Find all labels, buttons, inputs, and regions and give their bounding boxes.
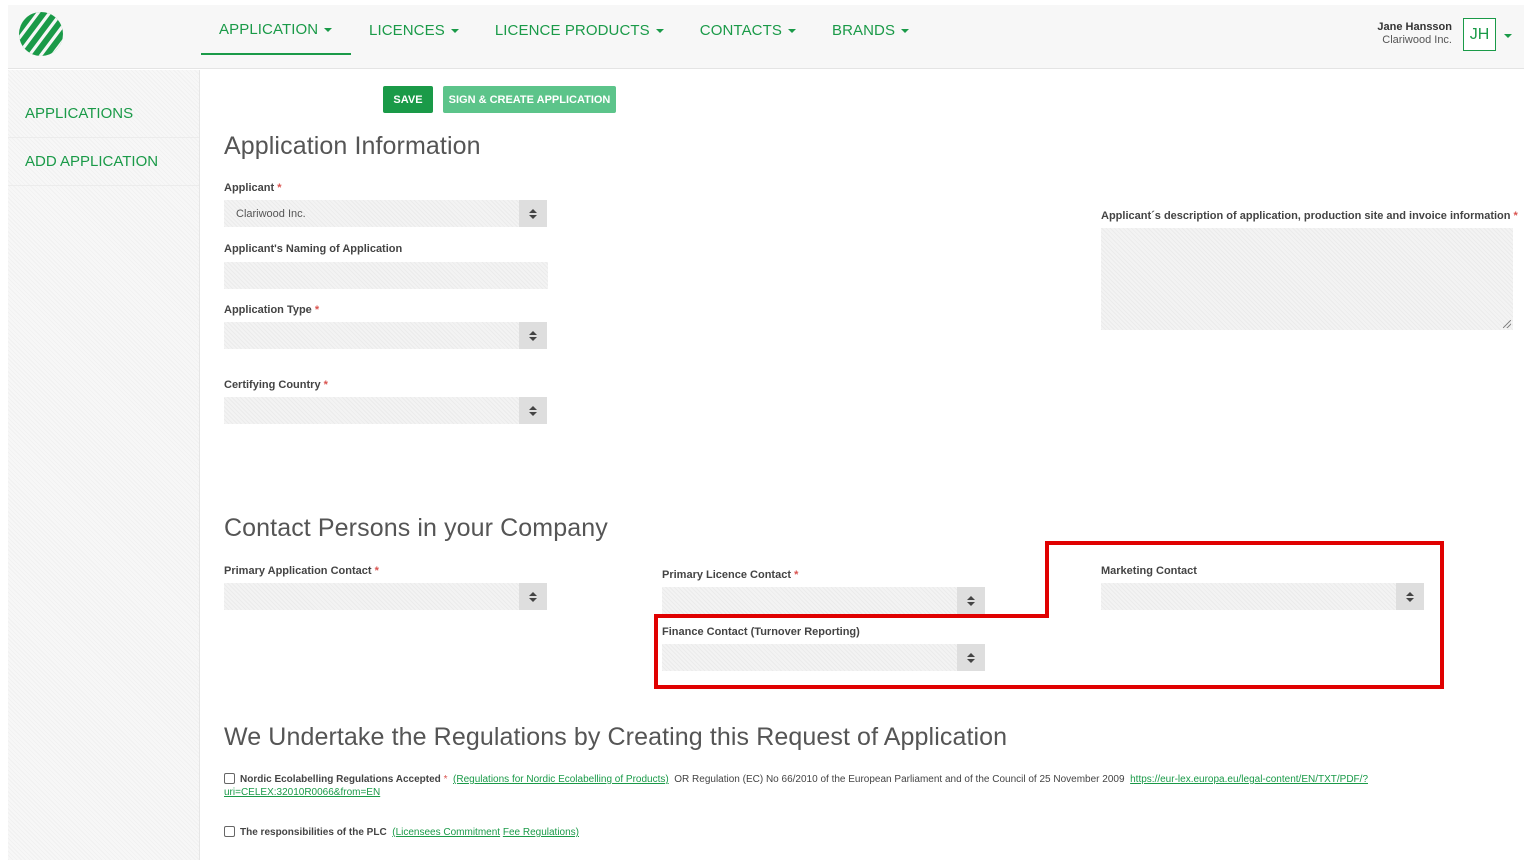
nordic-regulations-link[interactable]: (Regulations for Nordic Ecolabelling of … — [453, 774, 669, 785]
regulations-heading: We Undertake the Regulations by Creating… — [224, 723, 1008, 751]
eur-lex-link-part1: https://eur-lex.europa.eu/legal-content/… — [1130, 774, 1368, 785]
licensees-commitment-link[interactable]: (Licensees Commitment — [392, 827, 500, 838]
regulations-accepted-row: Nordic Ecolabelling Regulations Accepted… — [224, 773, 1494, 799]
regulations-accepted-checkbox[interactable] — [224, 773, 235, 784]
plc-responsibilities-label: The responsibilities of the PLC — [240, 827, 387, 838]
required-marker: * — [443, 774, 448, 785]
fee-regulations-link[interactable]: Fee Regulations) — [503, 827, 579, 838]
eur-lex-link-part2: uri=CELEX:32010R0066&from=EN — [224, 787, 381, 798]
regulation-ec-text: OR Regulation (EC) No 66/2010 of the Eur… — [674, 774, 1125, 785]
regulations-accepted-label: Nordic Ecolabelling Regulations Accepted — [240, 774, 441, 785]
plc-responsibilities-row: The responsibilities of the PLC (License… — [224, 826, 579, 839]
plc-responsibilities-checkbox[interactable] — [224, 826, 235, 837]
